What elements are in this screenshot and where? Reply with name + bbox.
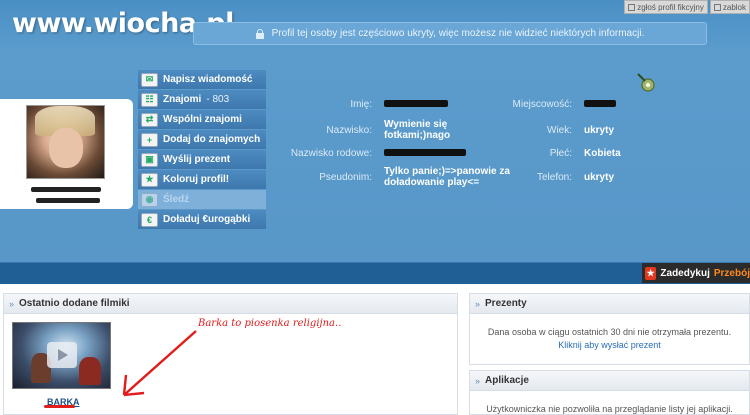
play-icon [47, 342, 77, 368]
redacted-name [384, 100, 448, 107]
action-label: Koloruj profil! [163, 174, 230, 185]
topbar-links: zgłoś profil fikcyjny zablok [624, 0, 750, 14]
age-label: Wiek: [547, 125, 572, 136]
apps-header: » Aplikacje [470, 371, 749, 391]
panel-title: Aplikacje [485, 375, 529, 386]
profile-photo-card [0, 99, 133, 209]
city-label: Miejscowość: [512, 99, 572, 110]
send-gift-link[interactable]: Kliknij aby wysłać prezent [470, 339, 749, 352]
follow-button: ◉ Śledź [138, 190, 266, 209]
friends-button[interactable]: ☷ Znajomi - 803 [138, 90, 266, 109]
gifts-panel: » Prezenty Dana osoba w ciągu ostatnich … [469, 293, 750, 365]
recent-videos-header: » Ostatnio dodane filmiki [4, 294, 457, 314]
report-profile-link[interactable]: zgłoś profil fikcyjny [624, 0, 708, 14]
star-icon: ★ [645, 266, 657, 280]
profile-photo[interactable] [26, 105, 105, 179]
send-gift-button[interactable]: ▣ Wyślij prezent [138, 150, 266, 169]
add-friend-icon: + [141, 132, 158, 147]
annotation-underline [44, 405, 75, 408]
profile-actions: ✉ Napisz wiadomość ☷ Znajomi - 803 ⇄ Wsp… [138, 70, 266, 230]
phone-value: ukryty [584, 172, 615, 183]
gender-label: Płeć: [549, 148, 572, 159]
lock-icon [255, 28, 264, 39]
action-label: Napisz wiadomość [163, 74, 253, 85]
action-label: Wspólni znajomi [163, 114, 242, 125]
top-up-button[interactable]: € Doładuj €urogąbki [138, 210, 266, 229]
chevron-right-icon: » [475, 375, 481, 386]
hidden-profile-notice: Profil tej osoby jest częściowo ukryty, … [193, 22, 707, 45]
annotation-arrow-icon [122, 330, 197, 397]
palette-icon: ★ [141, 172, 158, 187]
apps-panel: » Aplikacje Użytkowniczka nie pozwoliła … [469, 370, 750, 415]
chevron-right-icon: » [475, 298, 481, 309]
action-label: Znajomi [163, 94, 202, 105]
dedicate-label: Zadedykuj [660, 267, 710, 279]
nickname-label: Pseudonim: [319, 172, 372, 183]
report-icon [628, 3, 636, 11]
panel-title: Prezenty [485, 298, 527, 309]
redacted-city [584, 100, 616, 107]
mutual-friends-icon: ⇄ [141, 112, 158, 127]
redacted-family-name [384, 149, 466, 156]
mutual-friends-button[interactable]: ⇄ Wspólni znajomi [138, 110, 266, 129]
phone-label: Telefon: [536, 172, 572, 183]
block-user-label: zablok [722, 2, 746, 12]
gifts-text: Dana osoba w ciągu ostatnich 30 dni nie … [470, 326, 749, 352]
friends-icon: ☷ [141, 92, 158, 107]
chevron-right-icon: » [9, 298, 15, 309]
video-thumbnail[interactable] [12, 322, 111, 389]
add-friend-button[interactable]: + Dodaj do znajomych [138, 130, 266, 149]
redacted-name-line [31, 187, 101, 192]
follow-icon: ◉ [141, 192, 158, 207]
action-label: Doładuj €urogąbki [163, 214, 251, 225]
currency-icon: € [141, 212, 158, 227]
gifts-info: Dana osoba w ciągu ostatnich 30 dni nie … [487, 327, 732, 337]
color-profile-button[interactable]: ★ Koloruj profil! [138, 170, 266, 189]
settings-badge-icon[interactable] [637, 73, 657, 93]
action-label: Wyślij prezent [163, 154, 231, 165]
apps-text: Użytkowniczka nie pozwoliła na przegląda… [486, 404, 733, 414]
action-label: Śledź [163, 194, 190, 205]
name-label: Imię: [350, 99, 372, 110]
panel-title: Ostatnio dodane filmiki [19, 298, 130, 309]
family-name-label: Nazwisko rodowe: [290, 148, 372, 159]
annotation-text: Barka to piosenka religijna.. [198, 318, 342, 329]
report-profile-label: zgłoś profil fikcyjny [637, 2, 704, 12]
surname-value: Wymienie się fotkami;)nago [384, 119, 451, 141]
block-icon [713, 3, 721, 11]
promo-bar [0, 262, 750, 284]
gift-icon: ▣ [141, 152, 158, 167]
dedicate-hit-button[interactable]: ★ Zadedykuj Przebój [642, 263, 750, 283]
age-value: ukryty [584, 125, 615, 136]
action-label: Dodaj do znajomych [163, 134, 261, 145]
block-user-link[interactable]: zablok [709, 0, 750, 14]
send-message-button[interactable]: ✉ Napisz wiadomość [138, 70, 266, 89]
friends-count: - 803 [206, 94, 230, 105]
notice-text: Profil tej osoby jest częściowo ukryty, … [271, 28, 645, 39]
gifts-header: » Prezenty [470, 294, 749, 314]
dedicate-accent: Przebój [713, 267, 750, 279]
surname-label: Nazwisko: [326, 125, 372, 136]
redacted-name-line [36, 198, 100, 203]
envelope-icon: ✉ [141, 72, 158, 87]
gender-value: Kobieta [584, 148, 621, 159]
